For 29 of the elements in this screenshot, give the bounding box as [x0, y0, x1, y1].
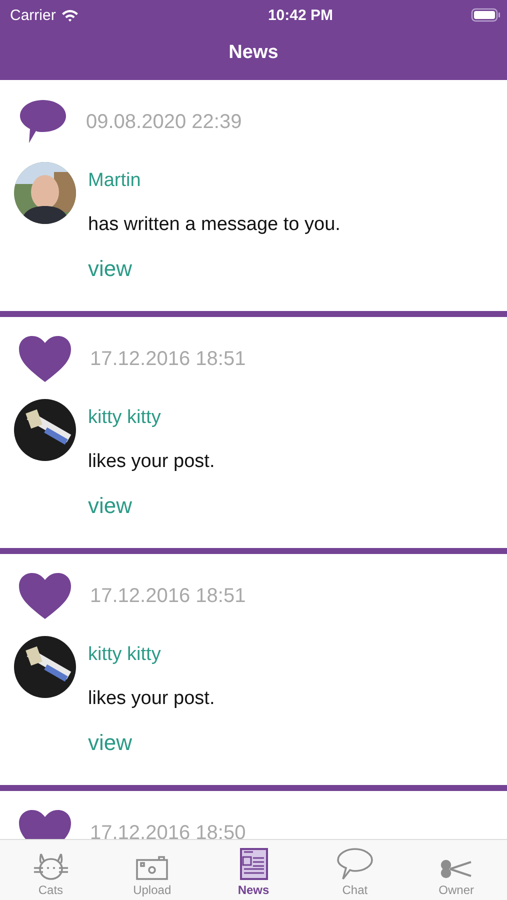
view-link[interactable]: view	[88, 493, 132, 519]
heart-icon	[18, 335, 72, 383]
news-message: likes your post.	[88, 451, 215, 473]
camera-icon	[135, 855, 170, 881]
tab-item[interactable]: Upload	[101, 840, 203, 900]
user-name[interactable]: Martin	[88, 170, 141, 192]
news-date: 17.12.2016 18:51	[90, 584, 246, 608]
user-name[interactable]: kitty kitty	[88, 407, 161, 429]
news-message: has written a message to you.	[88, 214, 340, 236]
news-date: 09.08.2020 22:39	[86, 110, 242, 134]
tab-item[interactable]: Chat	[304, 840, 406, 900]
carrier-label: Carrier	[10, 6, 56, 24]
user-name[interactable]: kitty kitty	[88, 644, 161, 666]
news-message: likes your post.	[88, 688, 215, 710]
status-time: 10:42 PM	[266, 6, 334, 24]
tab-item[interactable]: Owner	[406, 840, 507, 900]
speech-bubble-icon	[336, 847, 374, 881]
view-link[interactable]: view	[88, 730, 132, 756]
view-link[interactable]: view	[88, 256, 132, 282]
news-date: 17.12.2016 18:51	[90, 348, 246, 370]
heart-icon	[18, 572, 72, 620]
newspaper-icon	[238, 847, 269, 881]
cat-icon	[32, 851, 69, 881]
nav-title: News	[228, 42, 278, 64]
tab-item[interactable]: Cats	[0, 840, 102, 900]
tab-item[interactable]: News	[202, 840, 304, 900]
wifi-icon	[60, 8, 79, 22]
news-date: 17.12.2016 18:50	[90, 822, 246, 839]
battery-icon	[471, 8, 501, 22]
